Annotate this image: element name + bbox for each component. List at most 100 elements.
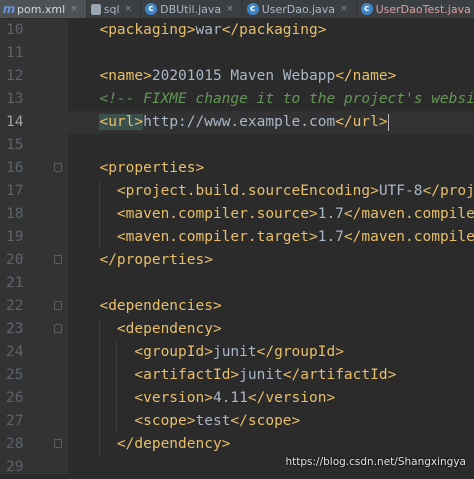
line-number: 27 bbox=[6, 413, 24, 429]
tab-sql[interactable]: sql × bbox=[87, 0, 142, 18]
code-line[interactable]: <dependencies> bbox=[82, 295, 474, 318]
tab-pom-xml[interactable]: m pom.xml × bbox=[0, 0, 87, 18]
xml-tag: <artifactId> bbox=[134, 367, 240, 383]
xml-tag: </url> bbox=[335, 114, 388, 130]
xml-text: http://www.example.com bbox=[143, 114, 336, 130]
code-line[interactable]: <maven.compiler.source>1.7</maven.compil… bbox=[82, 203, 474, 226]
line-number: 15 bbox=[6, 137, 24, 153]
xml-text: junit bbox=[212, 344, 257, 360]
xml-tag: <groupId> bbox=[134, 344, 213, 360]
code-line[interactable]: </properties> bbox=[82, 249, 474, 272]
tab-label: pom.xml bbox=[17, 2, 66, 16]
line-number: 18 bbox=[6, 206, 24, 222]
fold-marker-icon[interactable] bbox=[54, 439, 62, 448]
close-tab-icon[interactable]: × bbox=[125, 4, 133, 14]
tab-userdao-java[interactable]: c UserDao.java × bbox=[243, 0, 357, 18]
line-number: 28 bbox=[6, 436, 24, 452]
code-line[interactable]: <!-- FIXME change it to the project's we… bbox=[82, 88, 474, 111]
xml-tag: </name> bbox=[335, 68, 397, 84]
gutter-row: 13 bbox=[0, 88, 68, 111]
xml-tag: </groupId> bbox=[256, 344, 344, 360]
code-line[interactable]: <version>4.11</version> bbox=[82, 387, 474, 410]
line-number: 14 bbox=[6, 114, 24, 130]
xml-tag: <dependencies> bbox=[99, 298, 222, 314]
code-line[interactable] bbox=[82, 134, 474, 157]
code-line[interactable]: <url>http://www.example.com</url> bbox=[82, 111, 474, 134]
code-line[interactable]: <packaging>war</packaging> bbox=[82, 19, 474, 42]
code-line[interactable] bbox=[82, 42, 474, 65]
xml-text: war bbox=[195, 22, 222, 38]
code-line[interactable] bbox=[82, 272, 474, 295]
xml-text: test bbox=[195, 413, 231, 429]
code-line[interactable]: <scope>test</scope> bbox=[82, 410, 474, 433]
code-line[interactable]: <project.build.sourceEncoding>UTF-8</pro… bbox=[82, 180, 474, 203]
xml-text: 1.7 bbox=[317, 229, 344, 245]
xml-tag: </version> bbox=[247, 390, 336, 406]
xml-tag: </maven.compiler.target> bbox=[343, 229, 474, 245]
xml-tag: <version> bbox=[134, 390, 213, 406]
close-tab-icon[interactable]: × bbox=[340, 4, 348, 14]
gutter-row: 11 bbox=[0, 42, 68, 65]
text-caret bbox=[387, 113, 389, 131]
watermark: https://blog.csdn.net/Shangxingya bbox=[285, 456, 467, 468]
line-number: 10 bbox=[6, 22, 24, 38]
fold-marker-icon[interactable] bbox=[54, 163, 62, 172]
xml-text: junit bbox=[239, 367, 283, 383]
line-number: 21 bbox=[6, 275, 24, 291]
fold-marker-icon[interactable] bbox=[54, 255, 62, 264]
xml-tag: <name> bbox=[99, 68, 152, 84]
gutter-row: 15 bbox=[0, 134, 68, 157]
line-number: 12 bbox=[6, 68, 24, 84]
tab-userdaotest-java[interactable]: cUserDaoTest.java× bbox=[357, 0, 474, 18]
code-line[interactable]: <artifactId>junit</artifactId> bbox=[82, 364, 474, 387]
fold-marker-icon[interactable] bbox=[54, 301, 62, 310]
code-line[interactable]: </dependency> bbox=[82, 433, 474, 456]
code-line[interactable]: <dependency> bbox=[82, 318, 474, 341]
gutter-row: 28 bbox=[0, 433, 68, 456]
xml-tag: <maven.compiler.source> bbox=[116, 206, 318, 222]
tab-dbutil-java[interactable]: c DBUtil.java × bbox=[141, 0, 243, 18]
close-tab-icon[interactable]: × bbox=[226, 4, 234, 14]
line-number: 25 bbox=[6, 367, 24, 383]
xml-tag: </project.build.sourceEncoding> bbox=[422, 183, 474, 199]
code-line[interactable]: <name>20201015 Maven Webapp</name> bbox=[82, 65, 474, 88]
xml-tag: </artifactId> bbox=[282, 367, 397, 383]
line-number-gutter: 10 11 12 13 14 15 16 17 18 19 20 21 22 23 24 25 26 27 28 29 bbox=[0, 19, 68, 475]
line-number: 23 bbox=[6, 321, 24, 337]
close-tab-icon[interactable]: × bbox=[70, 4, 78, 14]
code-line[interactable]: <groupId>junit</groupId> bbox=[82, 341, 474, 364]
gutter-row: 22 bbox=[0, 295, 68, 318]
fold-marker-icon[interactable] bbox=[54, 324, 62, 333]
xml-tag: </maven.compiler.source> bbox=[343, 206, 474, 222]
xml-tag: <project.build.sourceEncoding> bbox=[116, 183, 379, 199]
tab-label: UserDao.java bbox=[261, 2, 336, 16]
line-number: 13 bbox=[6, 91, 24, 107]
gutter-row: 26 bbox=[0, 387, 68, 410]
xml-tag: <properties> bbox=[99, 160, 205, 176]
xml-tag: <scope> bbox=[134, 413, 196, 429]
line-number: 16 bbox=[6, 160, 24, 176]
line-number: 22 bbox=[6, 298, 24, 314]
code-line[interactable]: <properties> bbox=[82, 157, 474, 180]
line-number: 11 bbox=[6, 45, 24, 61]
xml-text: UTF-8 bbox=[378, 183, 423, 199]
java-class-icon: c bbox=[145, 3, 158, 15]
xml-tag: </packaging> bbox=[221, 22, 327, 38]
xml-comment: <!-- FIXME change it to the project's we… bbox=[99, 91, 474, 107]
gutter-row: 21 bbox=[0, 272, 68, 295]
code-line[interactable]: <maven.compiler.target>1.7</maven.compil… bbox=[82, 226, 474, 249]
xml-tag: <maven.compiler.target> bbox=[116, 229, 318, 245]
gutter-row: 16 bbox=[0, 157, 68, 180]
code-editor[interactable]: <packaging>war</packaging> <name>2020101… bbox=[68, 19, 474, 474]
line-number: 26 bbox=[6, 390, 24, 406]
xml-text: 1.7 bbox=[317, 206, 344, 222]
